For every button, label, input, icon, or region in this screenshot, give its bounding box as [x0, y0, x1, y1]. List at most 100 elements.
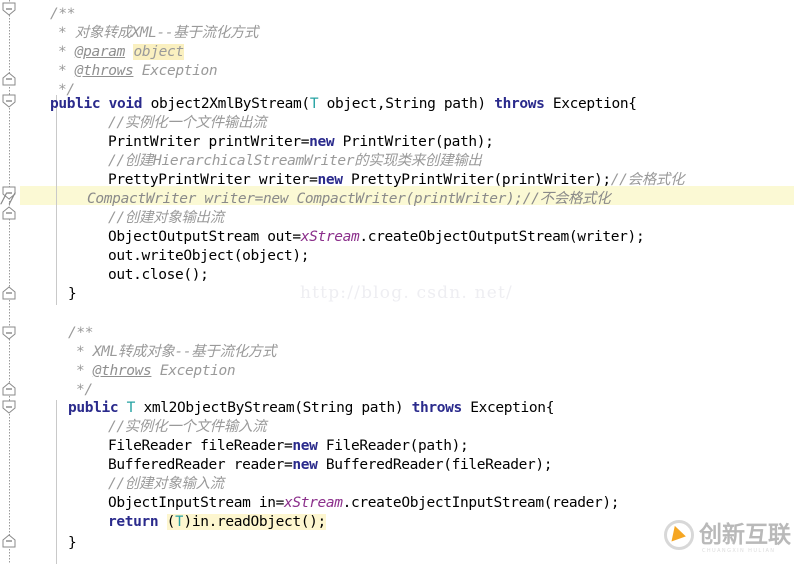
code-editor-view: /** * 对象转成XML--基于流化方式 * @param object * @th…: [0, 0, 794, 564]
chuangxin-hulian-logo: 创新互联 CHUANGXIN HULIAN: [664, 520, 791, 554]
fold-marker-expand[interactable]: [2, 534, 17, 549]
fold-marker-expand[interactable]: [2, 382, 17, 397]
code-token: BufferedReader(fileReader);: [317, 457, 553, 473]
code-token: BufferedReader reader=: [108, 457, 293, 473]
code-token: PrettyPrintWriter(printWriter);: [342, 172, 611, 188]
code-line[interactable]: ObjectInputStream in=xStream.createObjec…: [108, 494, 794, 513]
code-surface[interactable]: /** * 对象转成XML--基于流化方式 * @param object * @th…: [20, 0, 794, 564]
logo-mark-icon: [664, 520, 694, 550]
code-token: throws: [411, 400, 463, 416]
csdn-url-watermark: http://blog. csdn. net/: [300, 283, 513, 303]
code-token: object: [133, 44, 184, 60]
code-token: //会格式化: [610, 172, 685, 188]
code-token: T: [126, 400, 136, 416]
code-token: 对象转成XML--基于流化方式: [74, 25, 259, 41]
code-line[interactable]: //创建对象输出流: [108, 209, 794, 228]
code-token: .createObjectInputStream(reader);: [342, 495, 620, 511]
code-line[interactable]: * @param object: [58, 43, 794, 62]
code-folding-gutter: [0, 0, 20, 564]
code-line[interactable]: public void object2XmlByStream(T object,…: [50, 95, 794, 114]
code-token: out.close();: [108, 267, 209, 283]
code-line[interactable]: * XML转成对象--基于流化方式: [76, 343, 794, 362]
code-token: new: [309, 134, 335, 150]
code-token: ObjectInputStream in=: [108, 495, 284, 511]
code-line[interactable]: PrettyPrintWriter writer=new PrettyPrint…: [108, 171, 794, 190]
code-token: new: [292, 438, 318, 454]
code-line[interactable]: /**: [50, 5, 794, 24]
code-token: //实例化一个文件输出流: [108, 115, 267, 131]
logo-mark-gap: [680, 527, 691, 547]
code-token: //实例化一个文件输入流: [108, 419, 267, 435]
code-line[interactable]: * 对象转成XML--基于流化方式: [58, 24, 794, 43]
code-token: xml2ObjectByStream(String path): [143, 400, 412, 416]
code-token: object2XmlByStream(: [150, 96, 311, 112]
code-token: xStream: [283, 495, 343, 511]
code-token: *: [76, 363, 93, 379]
code-line[interactable]: public T xml2ObjectByStream(String path)…: [68, 399, 794, 418]
code-token: @throws: [74, 63, 134, 79]
code-line[interactable]: //创建对象输入流: [108, 475, 794, 494]
fold-marker-collapse[interactable]: [2, 2, 17, 17]
code-token: CompactWriter writer=new CompactWriter(p…: [87, 191, 523, 207]
code-token: */: [76, 382, 93, 398]
code-token: }: [68, 535, 77, 551]
code-token: return: [108, 514, 159, 530]
code-line[interactable]: out.writeObject(object);: [108, 247, 794, 266]
code-token: @param: [74, 44, 126, 60]
code-token: (: [166, 514, 176, 530]
code-line[interactable]: FileReader fileReader=new FileReader(pat…: [108, 437, 794, 456]
code-token: object,String path): [318, 96, 495, 112]
code-token: }: [68, 286, 77, 302]
code-token: Exception: [151, 363, 236, 379]
code-token: .createObjectOutputStream(writer);: [359, 229, 645, 245]
code-line[interactable]: * @throws Exception: [58, 62, 794, 81]
code-line[interactable]: ObjectOutputStream out=xStream.createObj…: [108, 228, 794, 247]
fold-marker-collapse[interactable]: [2, 94, 17, 109]
code-token: *: [76, 344, 93, 360]
code-token: public: [50, 96, 101, 112]
fold-marker-expand[interactable]: [2, 286, 17, 301]
code-line[interactable]: BufferedReader reader=new BufferedReader…: [108, 456, 794, 475]
code-token: PrintWriter printWriter=: [108, 134, 310, 150]
fold-marker-expand[interactable]: [2, 72, 17, 87]
code-line[interactable]: * @throws Exception: [76, 362, 794, 381]
code-line[interactable]: //实例化一个文件输入流: [108, 418, 794, 437]
code-token: /**: [68, 325, 94, 341]
code-token: //不会格式化: [522, 191, 611, 207]
logo-subtext: CHUANGXIN HULIAN: [702, 548, 776, 554]
code-token: )in.readObject();: [183, 514, 326, 530]
code-token: /**: [50, 6, 76, 22]
code-token: //: [0, 191, 17, 207]
code-token: @throws: [92, 363, 152, 379]
code-token: T: [309, 96, 319, 112]
code-token: //创建对象输出流: [108, 210, 224, 226]
code-token: throws: [494, 96, 545, 112]
code-line[interactable]: CompactWriter writer=new CompactWriter(p…: [20, 190, 794, 209]
fold-marker-collapse[interactable]: [2, 400, 17, 415]
code-token: *: [58, 44, 75, 60]
logo-text: 创新互联: [699, 521, 791, 548]
fold-marker-collapse[interactable]: [2, 326, 17, 341]
code-token: PrettyPrintWriter writer=: [108, 172, 318, 188]
code-token: //创建HierarchicalStreamWriter的实现类来创建输出: [108, 153, 482, 169]
code-line[interactable]: /**: [68, 324, 794, 343]
code-token: out.writeObject(object);: [108, 248, 310, 264]
indent-guide: [56, 400, 57, 564]
code-token: Exception{: [461, 400, 555, 416]
code-token: *: [58, 25, 75, 41]
code-line[interactable]: */: [76, 381, 794, 400]
code-token: FileReader fileReader=: [108, 438, 293, 454]
code-token: new: [292, 457, 318, 473]
code-token: Exception{: [544, 96, 637, 112]
code-token: *: [58, 63, 75, 79]
code-token: //创建对象输入流: [108, 476, 224, 492]
code-line[interactable]: PrintWriter printWriter=new PrintWriter(…: [108, 133, 794, 152]
code-line[interactable]: //创建HierarchicalStreamWriter的实现类来创建输出: [108, 152, 794, 171]
code-token: Exception: [133, 63, 218, 79]
gutter-comment-marker: //: [0, 190, 20, 209]
code-line[interactable]: //实例化一个文件输出流: [108, 114, 794, 133]
